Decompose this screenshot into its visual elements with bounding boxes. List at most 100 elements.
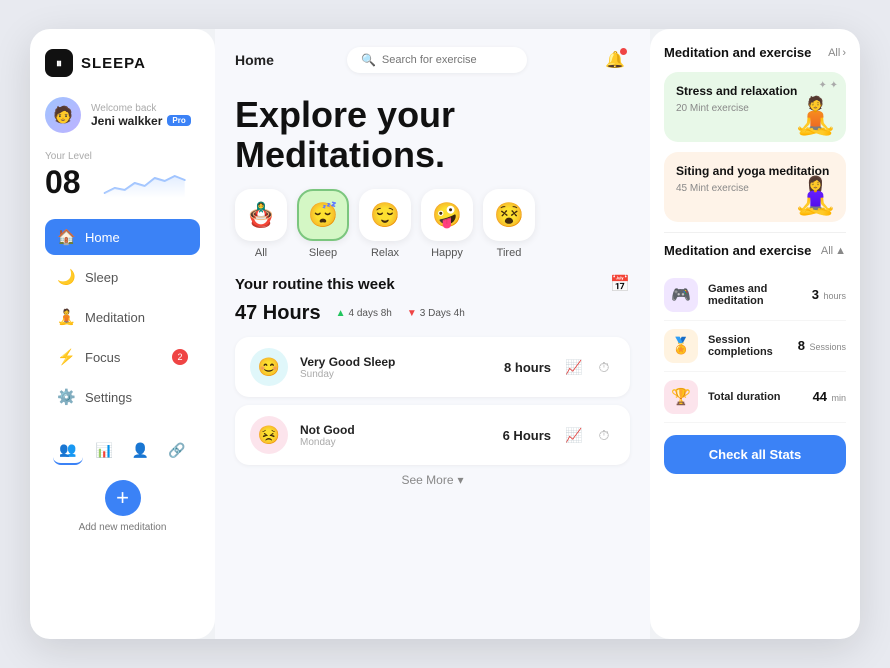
hero-line2: Meditations.: [235, 134, 445, 175]
duration-value-wrap: 44 min: [813, 388, 846, 406]
games-unit: hours: [823, 291, 846, 301]
nav-label-sleep: Sleep: [85, 270, 118, 285]
hero-section: Explore your Meditations.: [215, 85, 650, 189]
trend-icon-2[interactable]: 📈: [563, 424, 585, 446]
exercise-card-2[interactable]: Siting and yoga meditation 45 Mint exerc…: [664, 152, 846, 222]
time-icon-2[interactable]: ⏱: [593, 424, 615, 446]
mood-item-tired[interactable]: 😵 Tired: [483, 189, 535, 259]
mood-emoji-sleep: 😴: [297, 189, 349, 241]
pro-badge: Pro: [167, 115, 190, 126]
add-plus-icon: +: [105, 480, 141, 516]
mood-item-relax[interactable]: 😌 Relax: [359, 189, 411, 259]
bottom-icon-people[interactable]: 👥: [53, 435, 83, 465]
mood-item-happy[interactable]: 🤪 Happy: [421, 189, 473, 259]
app-name: SLEEPA: [81, 55, 146, 72]
user-name-row: Jeni walkker Pro: [91, 114, 200, 128]
mood-emoji-relax: 😌: [359, 189, 411, 241]
page-title: Home: [235, 52, 274, 68]
games-value-wrap: 3 hours: [812, 286, 846, 304]
bottom-icon-share[interactable]: 🔗: [162, 435, 192, 465]
search-bar[interactable]: 🔍: [347, 47, 527, 73]
welcome-text: Welcome back: [91, 103, 200, 114]
level-label: Your Level: [45, 151, 200, 162]
nav-item-focus[interactable]: ⚡ Focus 2: [45, 339, 200, 375]
focus-badge: 2: [172, 349, 188, 365]
nav-label-home: Home: [85, 230, 120, 245]
bottom-icon-user[interactable]: 👤: [126, 435, 156, 465]
search-input[interactable]: [382, 54, 513, 66]
section1-all-link[interactable]: All ›: [828, 47, 846, 59]
sleep-card-2-day: Monday: [300, 437, 491, 448]
trend-icon-1[interactable]: 📈: [563, 356, 585, 378]
see-more-btn[interactable]: See More ▾: [235, 473, 630, 487]
nav-item-settings[interactable]: ⚙️ Settings: [45, 379, 200, 415]
exercise-card-2-emoji: 🧘‍♀️: [793, 175, 838, 217]
time-icon-1[interactable]: ⏱: [593, 356, 615, 378]
mood-item-sleep[interactable]: 😴 Sleep: [297, 189, 349, 259]
sessions-info: Session completions: [708, 334, 788, 358]
up-arrow-icon: ▲: [336, 308, 346, 319]
mood-emoji-happy: 🤪: [421, 189, 473, 241]
stat-row-sessions: 🏅 Session completions 8 Sessions: [664, 321, 846, 372]
settings-icon: ⚙️: [57, 388, 75, 406]
divider: [664, 232, 846, 233]
bottom-icons: 👥 📊 👤 🔗: [45, 435, 200, 465]
nav-label-meditation: Meditation: [85, 310, 145, 325]
sleep-card-2-hours: 6 Hours: [503, 428, 551, 443]
stars-icon-1: ✦ ✦: [818, 80, 838, 91]
sessions-value: 8: [798, 338, 805, 353]
calendar-icon[interactable]: 📅: [610, 274, 630, 294]
nav-menu: 🏠 Home 🌙 Sleep 🧘 Meditation ⚡ Focus 2 ⚙️…: [45, 219, 200, 415]
mood-label-relax: Relax: [371, 247, 399, 259]
meditation-icon: 🧘: [57, 308, 75, 326]
nav-item-sleep[interactable]: 🌙 Sleep: [45, 259, 200, 295]
level-number: 08: [45, 164, 81, 201]
section1-header: Meditation and exercise All ›: [664, 45, 846, 62]
section1-all-label: All: [828, 47, 840, 59]
mood-emoji-all: 🪆: [235, 189, 287, 241]
games-info: Games and meditation: [708, 283, 802, 307]
mood-label-tired: Tired: [497, 247, 522, 259]
duration-unit: min: [831, 393, 846, 403]
sleep-card-1-actions: 📈 ⏱: [563, 356, 615, 378]
exercise-card-1[interactable]: ✦ ✦ Stress and relaxation 20 Mint exerci…: [664, 72, 846, 142]
section2-chevron-icon: ▲: [835, 245, 846, 257]
notification-dot: [620, 48, 627, 55]
routine-title: Your routine this week: [235, 276, 395, 293]
stat-row-games: 🎮 Games and meditation 3 hours: [664, 270, 846, 321]
sleep-card-2: 😣 Not Good Monday 6 Hours 📈 ⏱: [235, 405, 630, 465]
sleep-card-1: 😊 Very Good Sleep Sunday 8 hours 📈 ⏱: [235, 337, 630, 397]
nav-label-settings: Settings: [85, 390, 132, 405]
hero-title: Explore your Meditations.: [235, 95, 630, 174]
routine-header: Your routine this week 📅: [235, 274, 630, 294]
mood-label-all: All: [255, 247, 267, 259]
level-chart: [89, 168, 200, 198]
bottom-icon-chart[interactable]: 📊: [89, 435, 119, 465]
sleep-card-2-actions: 📈 ⏱: [563, 424, 615, 446]
mood-label-happy: Happy: [431, 247, 463, 259]
check-stats-button[interactable]: Check all Stats: [664, 435, 846, 474]
stat-up-value: 4 days 8h: [349, 308, 392, 319]
section2-all-link[interactable]: All ▲: [821, 245, 846, 257]
nav-item-home[interactable]: 🏠 Home: [45, 219, 200, 255]
right-panel: Meditation and exercise All › ✦ ✦ Stress…: [650, 29, 860, 639]
add-meditation-label: Add new meditation: [79, 522, 167, 533]
section2-title: Meditation and exercise: [664, 243, 811, 260]
duration-info: Total duration: [708, 391, 803, 403]
section2-all-label: All: [821, 245, 833, 257]
down-arrow-icon: ▼: [407, 308, 417, 319]
nav-item-meditation[interactable]: 🧘 Meditation: [45, 299, 200, 335]
sleep-card-1-day: Sunday: [300, 369, 492, 380]
add-meditation-btn[interactable]: + Add new meditation: [45, 480, 200, 533]
routine-section: Your routine this week 📅 47 Hours ▲ 4 da…: [215, 274, 650, 639]
duration-icon-wrap: 🏆: [664, 380, 698, 414]
sleep-card-1-icon: 😊: [250, 348, 288, 386]
mood-item-all[interactable]: 🪆 All: [235, 189, 287, 259]
sleep-icon: 🌙: [57, 268, 75, 286]
notification-button[interactable]: 🔔: [600, 45, 630, 75]
top-bar: Home 🔍 🔔: [215, 29, 650, 85]
stat-up-pill: ▲ 4 days 8h: [336, 308, 392, 319]
games-value: 3: [812, 287, 819, 302]
section1-title: Meditation and exercise: [664, 45, 811, 62]
focus-icon: ⚡: [57, 348, 75, 366]
